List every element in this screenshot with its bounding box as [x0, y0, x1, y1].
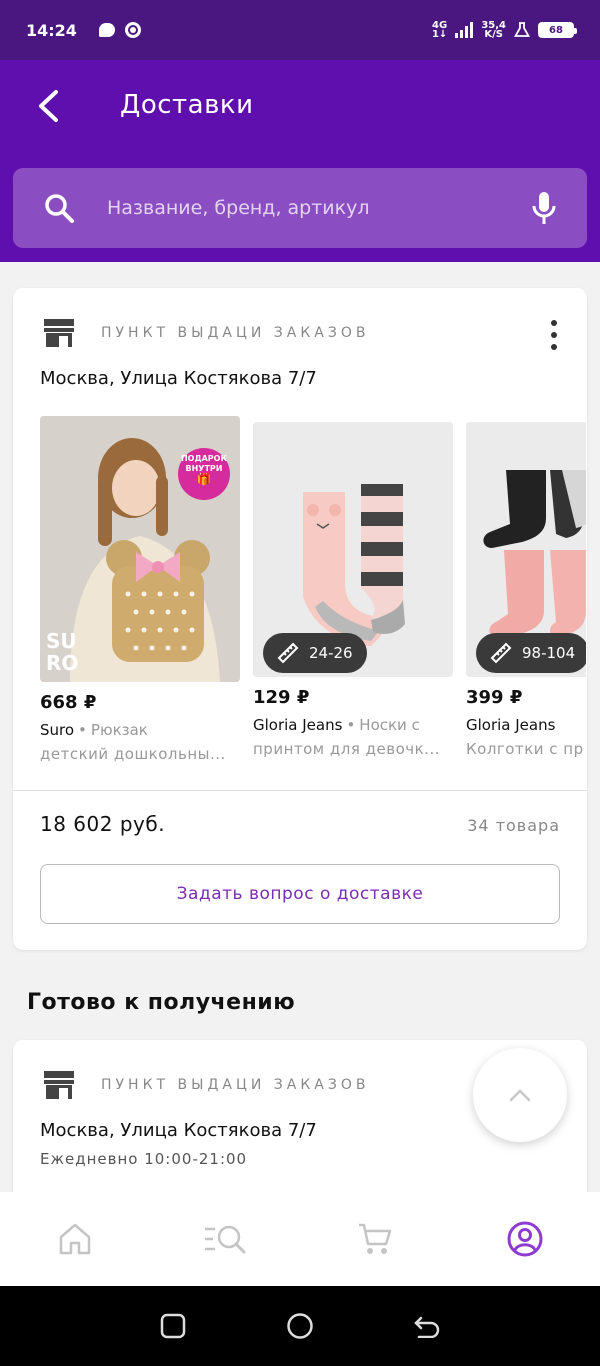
bottom-navigation — [0, 1192, 600, 1286]
size-value: 24-26 — [309, 644, 353, 662]
ruler-icon — [490, 642, 512, 664]
status-bar: 14:24 4G 1↓ 35,4 K/S 68 — [0, 0, 600, 60]
signal-icon — [455, 22, 474, 38]
pickup-point-row: ПУНКТ ВЫДАЦИ ЗАКАЗОВ — [43, 318, 369, 348]
product-card[interactable]: ПОДАРОК ВНУТРИ 🎁 SU RO 668 ₽ Suro • Рюкзак… — [40, 416, 240, 763]
gift-badge: ПОДАРОК ВНУТРИ 🎁 — [178, 454, 230, 486]
home-system-button[interactable] — [280, 1306, 320, 1346]
recents-button[interactable] — [153, 1306, 193, 1346]
pickup-point-label: ПУНКТ ВЫДАЦИ ЗАКАЗОВ — [101, 325, 370, 341]
square-icon — [161, 1313, 186, 1339]
product-image-backpack[interactable]: ПОДАРОК ВНУТРИ 🎁 SU RO — [40, 416, 240, 682]
size-value: 98-104 — [522, 644, 576, 662]
search-icon[interactable] — [41, 190, 77, 226]
speed-unit: K/S — [484, 29, 503, 40]
system-navigation-bar — [0, 1286, 600, 1366]
product-brand-line: Gloria Jeans • Носки с — [253, 716, 453, 734]
product-description-line2: принтом для девочк... — [253, 740, 440, 758]
nav-home[interactable] — [45, 1209, 105, 1269]
product-brand: Gloria Jeans — [466, 716, 556, 734]
battery-icon: 68 — [538, 22, 577, 38]
app-bar: Доставки — [0, 60, 600, 262]
product-price: 129 ₽ — [253, 687, 310, 708]
suro-logo-bottom: RO — [46, 651, 79, 675]
flask-icon — [514, 22, 530, 37]
size-badge: 24-26 — [263, 633, 367, 673]
product-description-line2: детский дошкольны... — [40, 745, 226, 763]
pickup-address: Москва, Улица Костякова 7/7 — [40, 368, 317, 389]
suro-logo-top: SU — [46, 629, 77, 653]
data-speed: 35,4 K/S — [481, 21, 506, 40]
product-description-line2: Колготки с пр — [466, 740, 584, 758]
product-price: 668 ₽ — [40, 692, 97, 713]
product-card[interactable]: 24-26 129 ₽ Gloria Jeans • Носки с принтом… — [253, 416, 453, 758]
ready-section-title: Готово к получению — [27, 990, 296, 1015]
product-card[interactable]: 98-104 399 ₽ Gloria Jeans Колготки с пр — [466, 416, 586, 758]
ruler-icon — [277, 642, 299, 664]
brand-separator: • — [346, 716, 356, 734]
cart-icon — [359, 1223, 392, 1254]
scroll-to-top-button[interactable] — [473, 1048, 567, 1142]
order-total: 18 602 руб. — [40, 812, 166, 836]
items-count: 34 товара — [467, 816, 560, 835]
pickup-hours: Ежедневно 10:00-21:00 — [40, 1150, 248, 1168]
ask-about-delivery-button[interactable]: Задать вопрос о доставке — [40, 864, 560, 924]
product-brand: Gloria Jeans — [253, 716, 343, 734]
back-system-button[interactable] — [407, 1306, 447, 1346]
product-image-tights[interactable]: 98-104 — [466, 422, 586, 677]
chat-notification-icon — [98, 23, 115, 37]
back-system-icon — [413, 1316, 439, 1338]
gift-icon: 🎁 — [196, 472, 212, 486]
microphone-icon[interactable] — [529, 190, 559, 226]
network-indicator: 4G 1↓ — [431, 21, 448, 40]
size-badge: 98-104 — [476, 633, 586, 673]
back-arrow-icon — [39, 90, 58, 122]
catalog-search-icon — [205, 1225, 246, 1254]
product-description: Носки с — [359, 716, 420, 734]
chevron-up-icon — [509, 1089, 531, 1102]
nav-catalog[interactable] — [195, 1209, 255, 1269]
product-brand-line: Suro • Рюкзак — [40, 721, 240, 739]
profile-icon — [507, 1221, 543, 1257]
delivery-card: ПУНКТ ВЫДАЦИ ЗАКАЗОВ Москва, Улица Костя… — [13, 288, 587, 950]
nav-cart[interactable] — [345, 1209, 405, 1269]
circle-icon — [287, 1313, 313, 1339]
search-input[interactable] — [107, 197, 529, 219]
page-title: Доставки — [120, 90, 254, 120]
brand-separator: • — [78, 721, 87, 739]
product-carousel[interactable]: ПОДАРОК ВНУТРИ 🎁 SU RO 668 ₽ Suro • Рюкзак… — [40, 416, 586, 766]
gift-badge-top: ПОДАРОК — [180, 454, 227, 463]
nav-profile[interactable] — [495, 1209, 555, 1269]
battery-level: 68 — [549, 24, 563, 36]
product-brand: Suro — [40, 721, 75, 739]
store-icon — [44, 1071, 74, 1099]
store-icon — [44, 319, 74, 347]
pickup-address: Москва, Улица Костякова 7/7 — [40, 1120, 317, 1141]
pickup-point-row: ПУНКТ ВЫДАЦИ ЗАКАЗОВ — [43, 1070, 369, 1100]
product-image-socks[interactable]: 24-26 — [253, 422, 453, 677]
more-options-icon[interactable] — [541, 318, 567, 352]
pickup-point-label: ПУНКТ ВЫДАЦИ ЗАКАЗОВ — [101, 1077, 370, 1093]
product-description: Рюкзак — [90, 721, 148, 739]
home-icon — [59, 1223, 91, 1255]
product-price: 399 ₽ — [466, 687, 523, 708]
chrome-icon — [124, 22, 141, 38]
network-sub: 1↓ — [431, 29, 448, 40]
back-button[interactable] — [28, 86, 68, 126]
card-divider — [13, 790, 587, 791]
suro-logo: SU RO — [46, 630, 78, 674]
product-brand-line: Gloria Jeans — [466, 716, 586, 734]
search-bar[interactable] — [13, 168, 587, 248]
status-time: 14:24 — [26, 20, 77, 40]
